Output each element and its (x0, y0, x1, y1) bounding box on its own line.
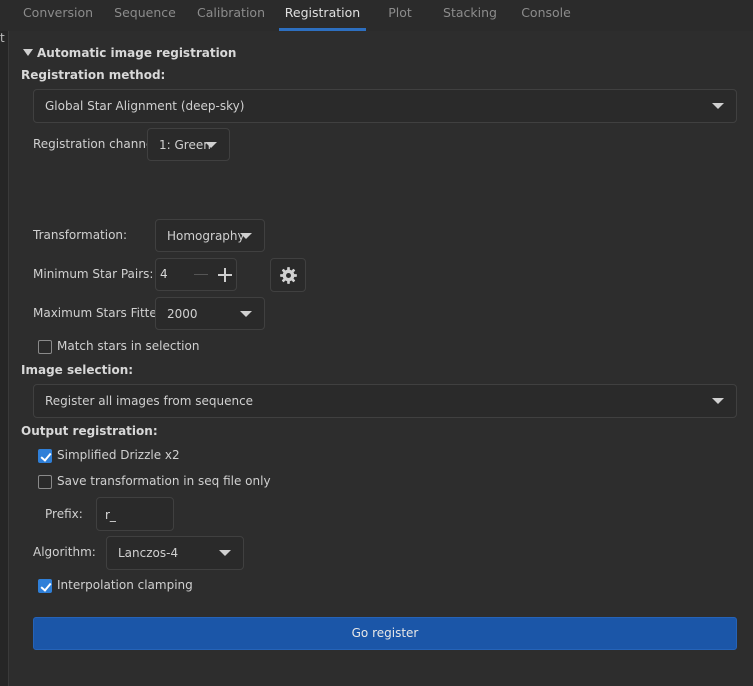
algorithm-combo[interactable]: Lanczos-4 (106, 536, 244, 570)
go-register-button[interactable]: Go register (33, 617, 737, 650)
registration-method-value: Global Star Alignment (deep-sky) (45, 99, 245, 113)
interpolation-clamping-checkbox[interactable] (38, 579, 52, 593)
truncated-label: t (0, 31, 5, 45)
image-selection-combo[interactable]: Register all images from sequence (33, 384, 737, 418)
registration-method-combo[interactable]: Global Star Alignment (deep-sky) (33, 89, 737, 123)
max-stars-value[interactable]: 2000 (167, 307, 198, 321)
tab-console[interactable]: Console (516, 0, 576, 31)
min-star-pairs-label: Minimum Star Pairs: (33, 267, 154, 281)
drizzle-label[interactable]: Simplified Drizzle x2 (57, 448, 180, 462)
image-selection-value: Register all images from sequence (45, 394, 254, 408)
tab-sequence[interactable]: Sequence (108, 0, 182, 31)
min-star-pairs-spinner[interactable]: 4 (155, 258, 237, 291)
transformation-label: Transformation: (33, 228, 128, 242)
registration-method-label: Registration method: (21, 68, 166, 82)
save-transform-label[interactable]: Save transformation in seq file only (57, 474, 271, 488)
prefix-label: Prefix: (45, 507, 83, 521)
algorithm-value: Lanczos-4 (118, 546, 179, 560)
section-title[interactable]: Automatic image registration (37, 46, 236, 60)
chevron-down-icon (240, 232, 252, 239)
output-registration-label: Output registration: (21, 424, 158, 438)
minus-icon[interactable] (194, 274, 208, 275)
registration-channel-value: 1: Green (159, 137, 211, 152)
chevron-down-icon (205, 141, 217, 148)
max-stars-label: Maximum Stars Fitted: (33, 306, 169, 320)
left-panel-edge (0, 31, 9, 686)
max-stars-combo[interactable]: 2000 (155, 297, 265, 330)
chevron-down-icon (712, 103, 724, 109)
chevron-down-icon (219, 550, 231, 556)
transformation-value: Homography (167, 228, 245, 243)
gear-icon (280, 267, 297, 284)
interpolation-clamping-label[interactable]: Interpolation clamping (57, 578, 193, 592)
registration-channel-label: Registration channel: (33, 137, 161, 151)
tab-calibration[interactable]: Calibration (190, 0, 272, 31)
tab-registration[interactable]: Registration (279, 0, 366, 31)
prefix-value: r_ (105, 508, 116, 522)
tab-bar: Conversion Sequence Calibration Registra… (0, 0, 753, 32)
chevron-down-icon (712, 398, 724, 404)
tab-stacking[interactable]: Stacking (436, 0, 504, 31)
min-star-pairs-value[interactable]: 4 (160, 267, 168, 281)
tab-conversion[interactable]: Conversion (14, 0, 102, 31)
registration-channel-combo[interactable]: 1: Green (147, 128, 230, 161)
prefix-input[interactable]: r_ (96, 497, 174, 531)
settings-button[interactable] (270, 258, 306, 292)
chevron-down-icon (240, 310, 252, 317)
image-selection-label: Image selection: (21, 363, 134, 377)
transformation-combo[interactable]: Homography (155, 219, 265, 252)
drizzle-checkbox[interactable] (38, 449, 52, 463)
algorithm-label: Algorithm: (33, 545, 96, 559)
match-stars-checkbox[interactable] (38, 340, 52, 354)
tab-plot[interactable]: Plot (378, 0, 422, 31)
save-transform-checkbox[interactable] (38, 475, 52, 489)
expander-arrow-icon[interactable] (23, 49, 33, 56)
match-stars-label[interactable]: Match stars in selection (57, 339, 199, 353)
